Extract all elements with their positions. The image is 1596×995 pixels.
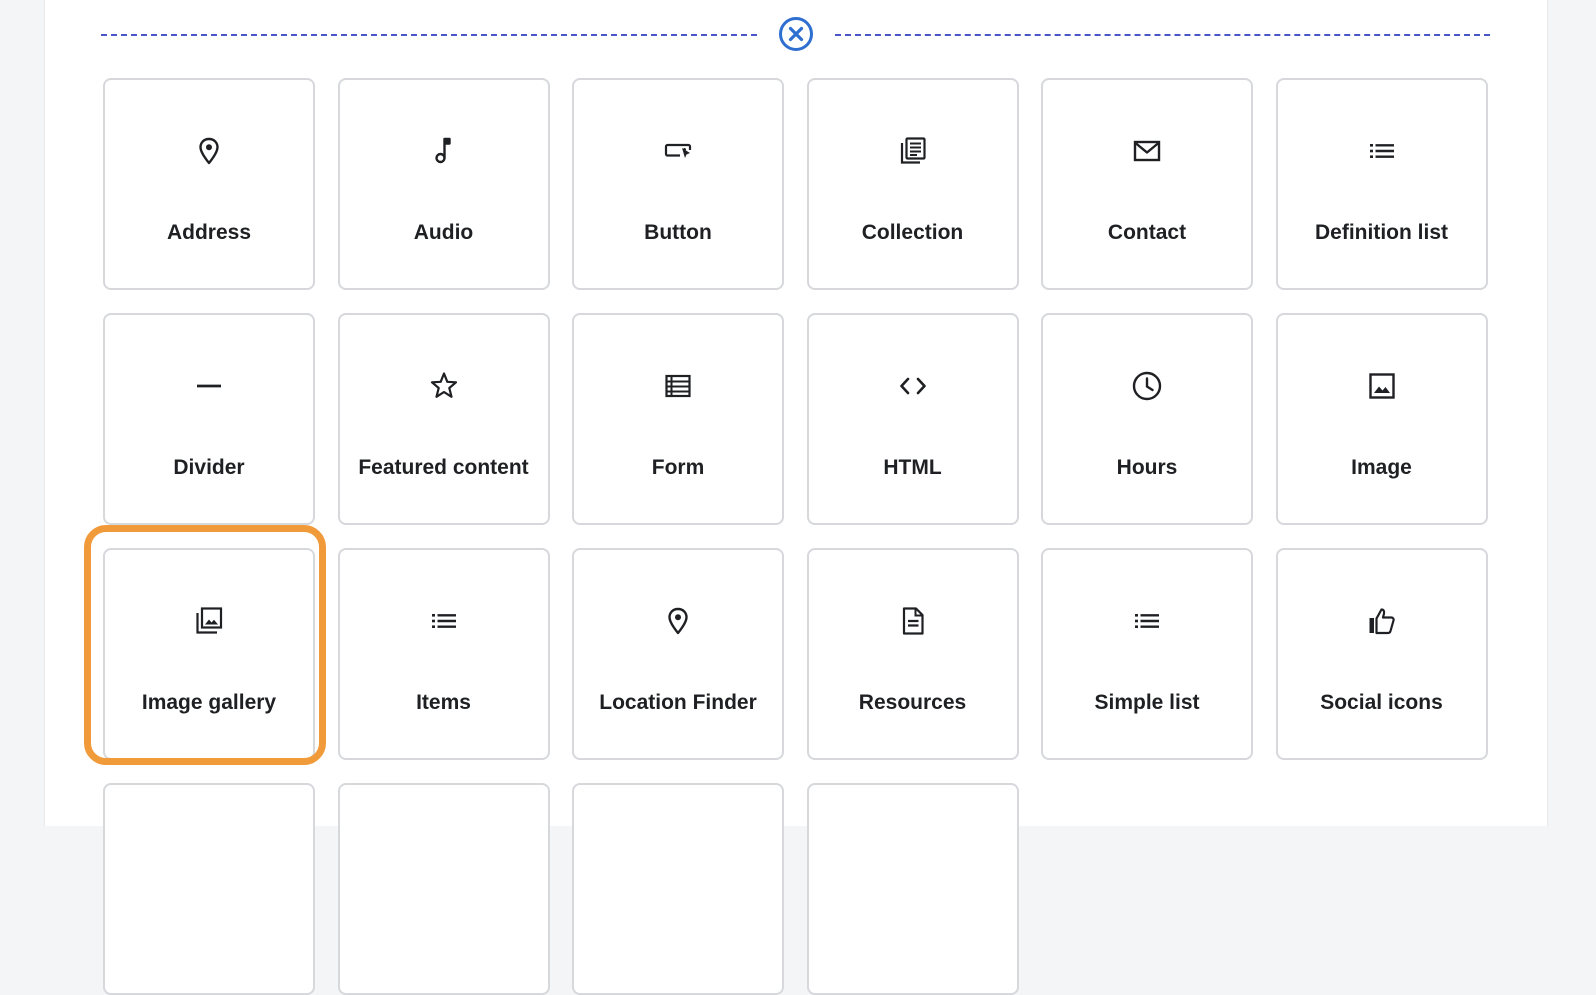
form-icon	[661, 369, 695, 403]
component-tile-location-finder[interactable]: Location Finder	[572, 548, 784, 760]
component-tile-collection[interactable]: Collection	[806, 78, 1019, 290]
location-pin-icon	[661, 604, 695, 638]
component-tile-definition-list[interactable]: Definition list	[1275, 78, 1488, 290]
component-tile[interactable]	[337, 783, 550, 995]
dashed-line-left	[101, 34, 757, 36]
button-cursor-icon	[661, 134, 695, 168]
image-gallery-icon	[192, 604, 226, 638]
music-note-icon	[427, 134, 461, 168]
dashed-line-right	[835, 34, 1490, 36]
component-label: Simple list	[1094, 691, 1200, 714]
component-label: Featured content	[358, 456, 529, 479]
component-label: Items	[416, 691, 471, 714]
component-label: Resources	[858, 691, 967, 714]
insert-divider	[101, 14, 1490, 56]
component-tile-resources[interactable]: Resources	[806, 548, 1019, 760]
component-label: Audio	[413, 221, 474, 244]
horizontal-rule-icon	[192, 369, 226, 403]
component-label: Image gallery	[141, 691, 277, 714]
component-tile-address[interactable]: Address	[103, 78, 315, 290]
component-tile[interactable]	[572, 783, 784, 995]
component-tile-audio[interactable]: Audio	[337, 78, 550, 290]
collection-icon	[896, 134, 930, 168]
list-icon	[1365, 134, 1399, 168]
image-icon	[1365, 369, 1399, 403]
component-tile-image[interactable]: Image	[1275, 313, 1488, 525]
component-label: Social icons	[1320, 691, 1443, 714]
component-label: HTML	[883, 456, 942, 479]
component-tile[interactable]	[103, 783, 315, 995]
component-label: Image	[1351, 456, 1412, 479]
component-tile-image-gallery[interactable]: Image gallery	[103, 548, 315, 760]
component-tile-divider[interactable]: Divider	[103, 313, 315, 525]
component-label: Button	[644, 221, 712, 244]
close-icon[interactable]	[778, 16, 814, 52]
component-tile-social-icons[interactable]: Social icons	[1275, 548, 1488, 760]
code-brackets-icon	[896, 369, 930, 403]
component-tile-featured-content[interactable]: Featured content	[337, 313, 550, 525]
envelope-icon	[1130, 134, 1164, 168]
component-tile-items[interactable]: Items	[337, 548, 550, 760]
thumbs-up-icon	[1365, 604, 1399, 638]
list-icon	[427, 604, 461, 638]
location-pin-icon	[192, 134, 226, 168]
component-label: Contact	[1107, 221, 1187, 244]
list-icon	[1130, 604, 1164, 638]
clock-icon	[1130, 369, 1164, 403]
star-icon	[427, 369, 461, 403]
component-grid: Address Audio Button Collection Contact …	[103, 78, 1488, 995]
document-icon	[896, 604, 930, 638]
component-label: Location Finder	[599, 691, 757, 714]
component-tile[interactable]	[806, 783, 1019, 995]
component-label: Collection	[861, 221, 964, 244]
component-label: Divider	[173, 456, 245, 479]
component-tile-simple-list[interactable]: Simple list	[1041, 548, 1253, 760]
component-label: Hours	[1116, 456, 1178, 479]
component-label: Form	[651, 456, 705, 479]
component-label: Address	[166, 221, 252, 244]
component-tile-form[interactable]: Form	[572, 313, 784, 525]
component-label: Definition list	[1315, 221, 1448, 244]
component-tile-contact[interactable]: Contact	[1041, 78, 1253, 290]
component-tile-button[interactable]: Button	[572, 78, 784, 290]
component-tile-hours[interactable]: Hours	[1041, 313, 1253, 525]
component-tile-html[interactable]: HTML	[806, 313, 1019, 525]
